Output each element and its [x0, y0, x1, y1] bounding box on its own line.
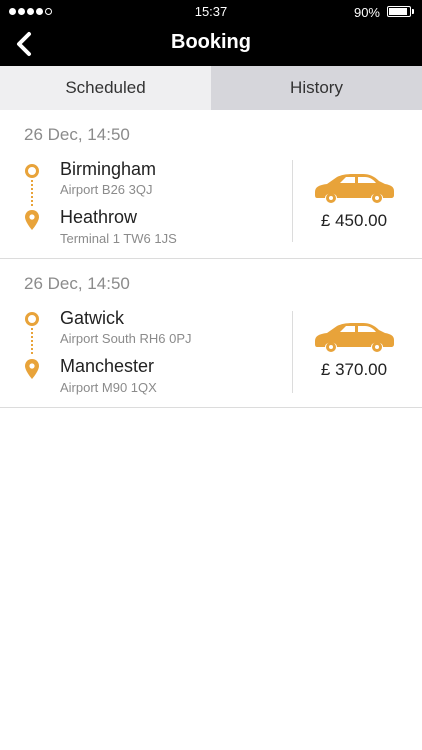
booking-price: £ 370.00 [320, 360, 388, 379]
dropoff-name: Manchester [60, 356, 155, 376]
booking-price: £ 450.00 [320, 211, 388, 230]
car-icon [315, 323, 394, 352]
booking-date: 26 Dec, 14:50 [24, 274, 130, 293]
booking-tabs: Scheduled History [0, 66, 422, 110]
vertical-divider [292, 160, 293, 242]
route-dotted-line [31, 180, 33, 206]
page-title: Booking [171, 31, 251, 53]
vertical-divider [292, 311, 293, 393]
app-header: 15:37 90% Booking [0, 0, 422, 66]
route-dotted-line [31, 328, 33, 354]
dropoff-name: Heathrow [60, 207, 138, 227]
pickup-name: Birmingham [60, 159, 157, 179]
pickup-address: Airport B26 3QJ [60, 182, 153, 197]
tab-scheduled[interactable]: Scheduled [0, 66, 211, 110]
dropoff-address: Terminal 1 TW6 1JS [60, 231, 177, 246]
booking-card[interactable]: 26 Dec, 14:50 Birmingham Airport B26 3QJ… [0, 110, 422, 259]
status-bar: 15:37 90% [0, 0, 422, 24]
map-pin-icon [25, 359, 39, 379]
dropoff-address: Airport M90 1QX [60, 380, 157, 395]
pickup-name: Gatwick [60, 308, 125, 328]
car-icon [315, 174, 394, 203]
tab-history[interactable]: History [211, 66, 422, 110]
pickup-address: Airport South RH6 0PJ [60, 331, 192, 346]
battery-percentage: 90% [353, 5, 380, 20]
origin-circle-icon [25, 164, 39, 178]
booking-card[interactable]: 26 Dec, 14:50 Gatwick Airport South RH6 … [0, 259, 422, 408]
map-pin-icon [25, 210, 39, 230]
booking-date: 26 Dec, 14:50 [24, 125, 130, 144]
battery-icon [387, 6, 411, 17]
battery-tip [412, 9, 414, 14]
origin-circle-icon [25, 312, 39, 326]
